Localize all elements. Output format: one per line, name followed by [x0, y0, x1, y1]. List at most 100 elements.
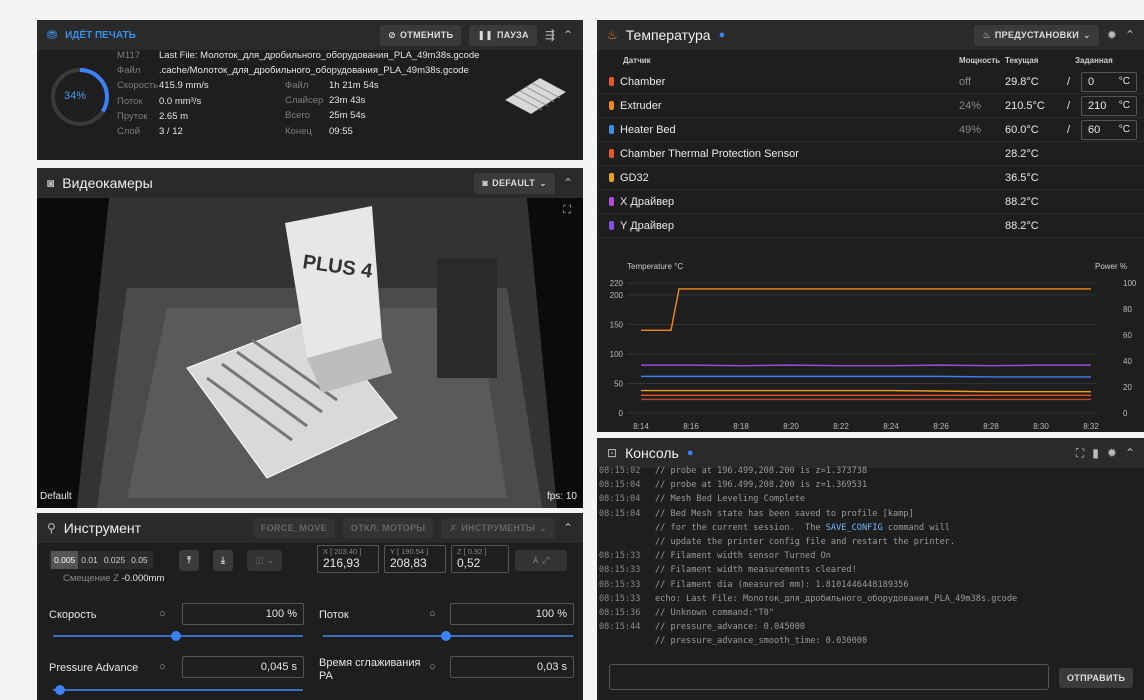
collapse-icon[interactable]: ⌃: [563, 28, 573, 42]
pause-icon: ❚❚: [477, 29, 493, 40]
chart-x-tick: 8:26: [933, 422, 949, 430]
console-timestamp: 08:15:33: [599, 579, 641, 590]
sensor-name[interactable]: GD32: [620, 172, 649, 184]
speed-slider[interactable]: [53, 631, 303, 641]
y-position-field[interactable]: Y [ 190.54 ] 208,83: [384, 545, 446, 573]
cancel-print-button[interactable]: ⊘ ОТМЕНИТЬ: [380, 24, 462, 46]
trash-icon[interactable]: ▮: [1092, 446, 1099, 460]
console-input[interactable]: [609, 664, 1049, 690]
chart-x-tick: 8:22: [833, 422, 849, 430]
gear-icon[interactable]: ✹: [1107, 446, 1117, 460]
motors-off-button[interactable]: ОТКЛ. МОТОРЫ: [342, 518, 434, 538]
chart-x-tick: 8:30: [1033, 422, 1049, 430]
sensor-name[interactable]: Extruder: [620, 100, 662, 112]
pressure-advance-field[interactable]: 0,045 s: [182, 656, 304, 678]
camera-select-button[interactable]: ◙ DEFAULT ⌄: [474, 172, 555, 194]
console-message: // Filament width measurements cleared!: [655, 565, 857, 576]
print-status-panel: ⛃ ИДЁТ ПЕЧАТЬ ⊘ ОТМЕНИТЬ ❚❚ ПАУЗА ⇶ ⌃ 34% …: [37, 20, 583, 160]
console-message: // Filament dia (measured mm): 1.8101446…: [655, 579, 909, 590]
reset-icon[interactable]: ○: [159, 661, 166, 673]
info-icon[interactable]: ●: [687, 447, 694, 459]
console-line: 08:15:04 // Bed Mesh state has been saved…: [599, 507, 1139, 521]
camera-header: ◙ Видеокамеры ◙ DEFAULT ⌄ ⌃: [37, 168, 583, 198]
pa-slider[interactable]: [53, 685, 303, 695]
fullscreen-icon[interactable]: ⛶: [563, 204, 571, 217]
reset-icon[interactable]: ○: [429, 661, 436, 673]
sensor-current: 210.5°C: [1005, 99, 1045, 112]
target-input[interactable]: 0 °C: [1081, 71, 1137, 92]
step-0005[interactable]: 0.005: [51, 551, 79, 569]
temperature-chart: Temperature °C Power %2202001501005001008…: [610, 262, 1137, 430]
z-up-button[interactable]: ⤒: [179, 550, 200, 571]
presets-button[interactable]: ♨ ПРЕДУСТАНОВКИ ⌄: [974, 24, 1099, 46]
send-button[interactable]: ОТПРАВИТЬ: [1059, 668, 1134, 688]
target-separator: /: [1067, 123, 1071, 136]
sensor-name[interactable]: Heater Bed: [620, 124, 676, 136]
console-line: 08:15:33 // Filament width sensor Turned …: [599, 549, 1139, 563]
console-timestamp: 08:15:02: [599, 466, 641, 476]
collapse-icon[interactable]: ⌃: [1125, 28, 1135, 42]
camera-feed: PLUS 4: [37, 198, 583, 508]
collapse-icon[interactable]: ⌃: [563, 521, 573, 535]
tool-header: ⚲ Инструмент FORCE_MOVE ОТКЛ. МОТОРЫ ✗ ИН…: [37, 513, 583, 543]
z-position-field[interactable]: Z [ 0.92 ] 0,52: [451, 545, 509, 573]
chart-series-line: [641, 389, 1091, 393]
collapse-icon[interactable]: ⌃: [563, 176, 573, 190]
chart-x-tick: 8:20: [783, 422, 799, 430]
sensor-icon: [609, 149, 614, 158]
pause-print-button[interactable]: ❚❚ ПАУЗА: [469, 24, 537, 46]
step-0025[interactable]: 0.025: [101, 551, 128, 569]
info-icon[interactable]: ●: [719, 29, 726, 41]
sensor-icon: [609, 173, 614, 182]
reset-icon[interactable]: ○: [159, 608, 166, 620]
target-input[interactable]: 210 °C: [1081, 95, 1137, 116]
console-message: // pressure_advance_smooth_time: 0.03000…: [655, 636, 868, 647]
speed-slider-handle[interactable]: [171, 631, 181, 641]
chart-y-tick: 50: [614, 379, 623, 388]
reset-icon[interactable]: ○: [429, 608, 436, 620]
z-down-button[interactable]: ⤓: [213, 550, 234, 571]
pa-slider-handle[interactable]: [55, 685, 65, 695]
console-line: 08:15:02 // probe at 196.499,208.200 is z…: [599, 464, 1139, 478]
temperature-header: ♨ Температура ● ♨ ПРЕДУСТАНОВКИ ⌄ ✹ ⌃: [597, 20, 1144, 50]
tools-menu-button[interactable]: ✗ ИНСТРУМЕНТЫ ⌄: [441, 517, 555, 539]
command-highlight: SAVE_CONFIG: [825, 522, 883, 533]
x-position-field[interactable]: X [ 203.40 ] 216,93: [317, 545, 379, 573]
step-005[interactable]: 0.05: [128, 551, 151, 569]
force-move-button[interactable]: FORCE_MOVE: [252, 518, 335, 538]
flame-icon: ♨: [607, 28, 618, 42]
sensor-name[interactable]: Y Драйвер: [620, 220, 674, 232]
collapse-icon[interactable]: ⌃: [1125, 446, 1135, 460]
chart-y2-tick: 40: [1123, 357, 1132, 366]
speed-field[interactable]: 100 %: [182, 603, 304, 625]
chart-ylabel: Temperature °C: [627, 262, 683, 271]
tool-icon: ⚲: [47, 521, 56, 535]
sensor-name[interactable]: Chamber Thermal Protection Sensor: [620, 148, 799, 160]
console-message: // probe at 196.499,208.200 is z=1.37373…: [655, 466, 868, 476]
sensor-name[interactable]: Chamber: [620, 76, 665, 88]
temperature-row: Heater Bed 49% 60.0°C / 60 °C: [597, 118, 1144, 142]
tool-title: Инструмент: [63, 520, 142, 536]
step-001[interactable]: 0.01: [78, 551, 101, 569]
console-timestamp: 08:15:44: [599, 622, 641, 633]
chart-y-tick: 200: [610, 291, 624, 300]
z-offset-menu-button[interactable]: ◫ ⌄: [247, 550, 283, 571]
print-status-title: ИДЁТ ПЕЧАТЬ: [65, 29, 136, 41]
fullscreen-icon[interactable]: ⛶: [1076, 446, 1084, 461]
sensor-name[interactable]: X Драйвер: [620, 196, 674, 208]
smooth-time-field[interactable]: 0,03 s: [450, 656, 574, 678]
flow-slider-handle[interactable]: [441, 631, 451, 641]
flow-field[interactable]: 100 %: [450, 603, 574, 625]
console-message: // Bed Mesh state has been saved to prof…: [655, 508, 914, 519]
target-input[interactable]: 60 °C: [1081, 119, 1137, 140]
exclude-object-icon[interactable]: ⇶: [545, 28, 555, 42]
console-line: // update the printer config file and re…: [599, 535, 1139, 549]
sensor-current: 88.2°C: [1005, 195, 1039, 208]
flow-slider[interactable]: [323, 631, 573, 641]
gear-icon[interactable]: ✹: [1107, 28, 1117, 42]
chart-y-tick: 220: [610, 279, 624, 288]
console-panel: ⊡ Консоль ● ⛶ ▮ ✹ ⌃ 08:15:02 // probe at …: [597, 438, 1144, 700]
chart-x-tick: 8:28: [983, 422, 999, 430]
sensor-icon: [609, 77, 614, 86]
position-lock-button[interactable]: ⅄ ⤢: [515, 550, 567, 571]
